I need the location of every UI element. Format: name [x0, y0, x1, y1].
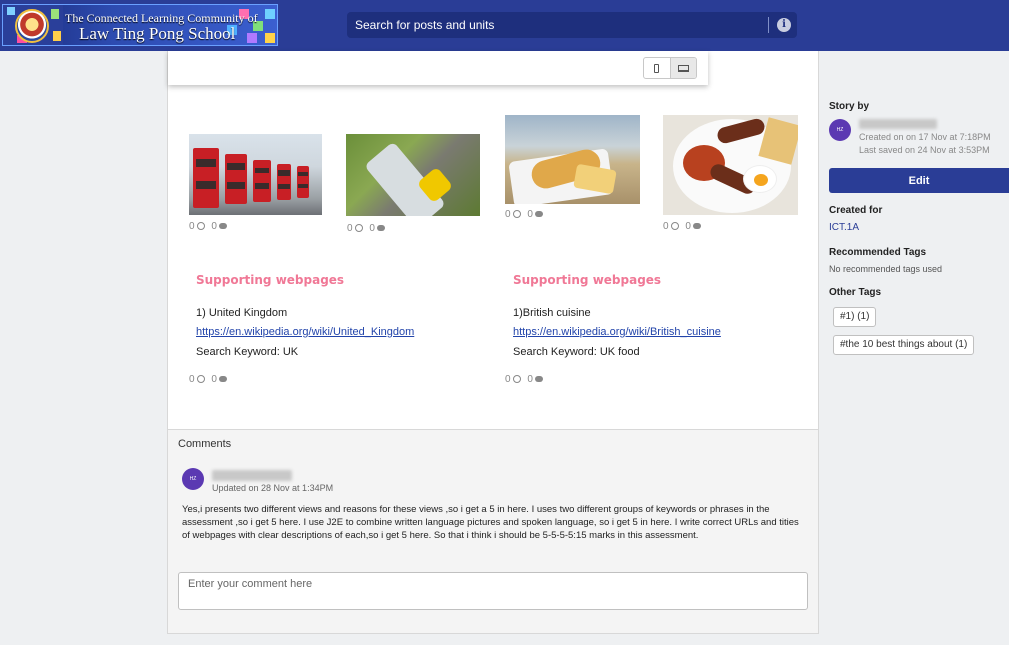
search-keyword: Search Keyword: UK [196, 346, 299, 358]
webpage-title: 1) United Kingdom [196, 307, 288, 319]
likes-count: 0 [505, 374, 511, 385]
comments-count: 0 [211, 221, 217, 232]
laptop-view-button[interactable] [669, 58, 696, 78]
created-for-class-link[interactable]: ICT.1A [829, 222, 859, 233]
photo-4-reactions: 0 0 [663, 221, 701, 232]
webpage-title: 1)British cuisine [513, 307, 591, 319]
comment-bubble-icon[interactable] [534, 211, 543, 217]
smiley-icon[interactable] [670, 222, 679, 230]
info-icon[interactable]: i [777, 18, 791, 32]
photo-3-reactions: 0 0 [505, 209, 543, 220]
likes-count: 0 [347, 223, 353, 234]
comments-count: 0 [527, 374, 533, 385]
photo-fish-and-chips[interactable] [505, 115, 640, 204]
created-for-label: Created for [829, 205, 883, 216]
school-crest-icon [15, 9, 49, 43]
webpages-heading: Supporting webpages [196, 273, 345, 287]
webpage-link[interactable]: https://en.wikipedia.org/wiki/British_cu… [513, 326, 721, 338]
photo-english-breakfast[interactable] [663, 115, 798, 215]
tag-chip[interactable]: #the 10 best things about (1) [833, 335, 975, 355]
story-content-panel: 0 0 0 0 0 0 0 0 Supporting webpages 1) U… [167, 51, 819, 634]
recommended-tags-label: Recommended Tags [829, 247, 927, 258]
phone-icon [654, 63, 660, 73]
webpage-link[interactable]: https://en.wikipedia.org/wiki/United_Kin… [196, 326, 414, 338]
webpages-heading: Supporting webpages [513, 273, 662, 287]
comment-input[interactable] [178, 572, 808, 610]
photo-train[interactable] [346, 134, 480, 216]
commenter-avatar: HZ [182, 468, 204, 490]
search-keyword: Search Keyword: UK food [513, 346, 640, 358]
likes-count: 0 [189, 374, 195, 385]
preview-toolbar [168, 51, 708, 85]
laptop-icon [677, 64, 689, 72]
comment-bubble-icon[interactable] [692, 223, 701, 229]
likes-count: 0 [189, 221, 195, 232]
last-saved-text: Last saved on 24 Nov at 3:53PM [859, 145, 990, 155]
search-input[interactable] [355, 15, 765, 35]
tag-chip[interactable]: #1) (1) [833, 307, 877, 327]
edit-button[interactable]: Edit [829, 168, 1009, 193]
photo-2-reactions: 0 0 [347, 223, 385, 234]
comment-bubble-icon[interactable] [218, 376, 227, 382]
created-on-text: Created on on 17 Nov at 7:18PM [859, 132, 991, 142]
webpages-2-reactions: 0 0 [505, 374, 543, 385]
search-bar: i [347, 12, 797, 38]
comment-text: Yes,i presents two different views and r… [182, 504, 799, 541]
top-bar: The Connected Learning Community of Law … [0, 0, 1009, 51]
smiley-icon[interactable] [512, 210, 521, 218]
smiley-icon[interactable] [196, 222, 205, 230]
story-by-label: Story by [829, 101, 870, 112]
comments-count: 0 [527, 209, 533, 220]
device-toggle [643, 57, 697, 79]
other-tags-label: Other Tags [829, 287, 882, 298]
commenter-name-redacted [212, 470, 292, 481]
likes-count: 0 [663, 221, 669, 232]
comment-bubble-icon[interactable] [534, 376, 543, 382]
recommended-tags-text: No recommended tags used [829, 264, 943, 274]
likes-count: 0 [505, 209, 511, 220]
phone-view-button[interactable] [644, 58, 670, 78]
school-logo[interactable]: The Connected Learning Community of Law … [2, 4, 278, 46]
logo-title-line2: Law Ting Pong School [79, 24, 236, 43]
author-avatar: HZ [829, 119, 851, 141]
webpages-1-reactions: 0 0 [189, 374, 227, 385]
photo-1-reactions: 0 0 [189, 221, 227, 232]
smiley-icon[interactable] [354, 224, 363, 232]
smiley-icon[interactable] [512, 375, 521, 383]
author-name-redacted [859, 119, 937, 129]
comment-bubble-icon[interactable] [376, 225, 385, 231]
comments-count: 0 [369, 223, 375, 234]
comments-count: 0 [685, 221, 691, 232]
photo-london-buses[interactable] [189, 134, 322, 215]
comment-bubble-icon[interactable] [218, 223, 227, 229]
comments-title: Comments [178, 438, 232, 450]
search-divider [768, 17, 769, 33]
comments-section: Comments HZ Updated on 28 Nov at 1:34PM … [168, 429, 818, 633]
comment-timestamp: Updated on 28 Nov at 1:34PM [212, 483, 334, 493]
comments-count: 0 [211, 374, 217, 385]
smiley-icon[interactable] [196, 375, 205, 383]
